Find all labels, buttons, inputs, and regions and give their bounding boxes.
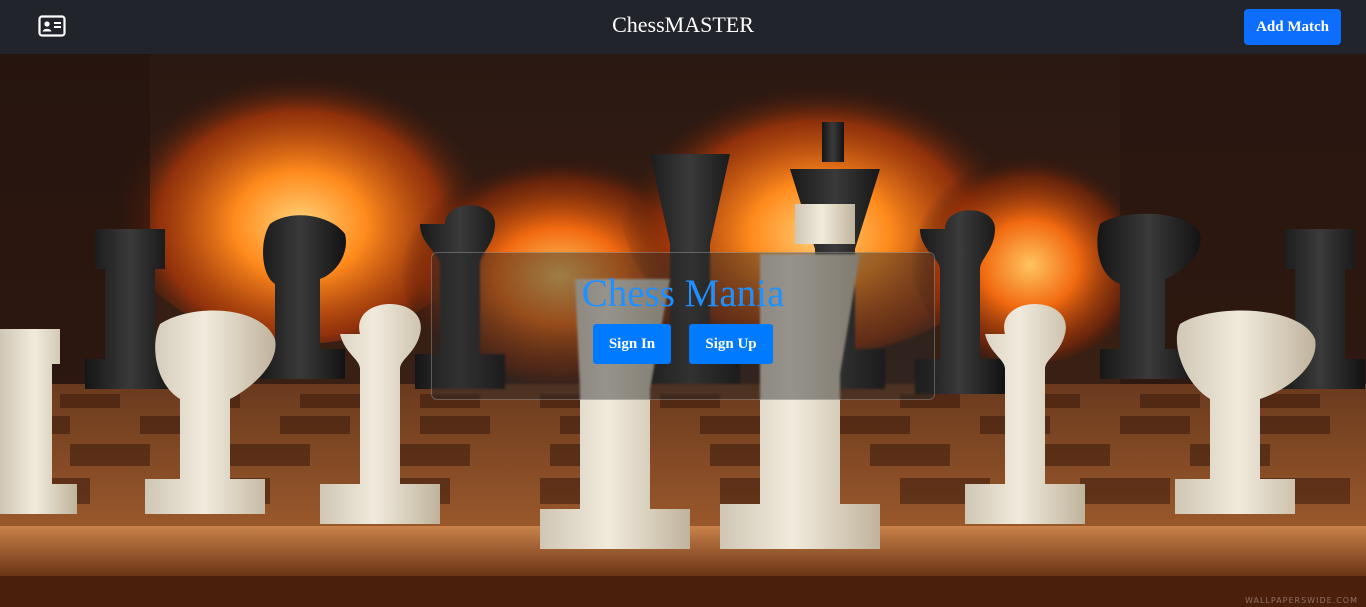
top-navbar: ChessMASTER Add Match xyxy=(0,0,1366,54)
sign-in-button[interactable]: Sign In xyxy=(593,324,671,364)
wallpaper-watermark: WALLPAPERSWIDE.COM xyxy=(1245,596,1358,605)
welcome-card: Chess Mania Sign In Sign Up xyxy=(431,252,935,400)
id-card-icon[interactable] xyxy=(38,14,66,38)
card-title: Chess Mania xyxy=(581,272,785,315)
hero-section: Chess Mania Sign In Sign Up WALLPAPERSWI… xyxy=(0,54,1366,607)
app-title: ChessMASTER xyxy=(612,12,754,37)
sign-up-button[interactable]: Sign Up xyxy=(689,324,773,364)
add-match-button[interactable]: Add Match xyxy=(1244,9,1341,45)
